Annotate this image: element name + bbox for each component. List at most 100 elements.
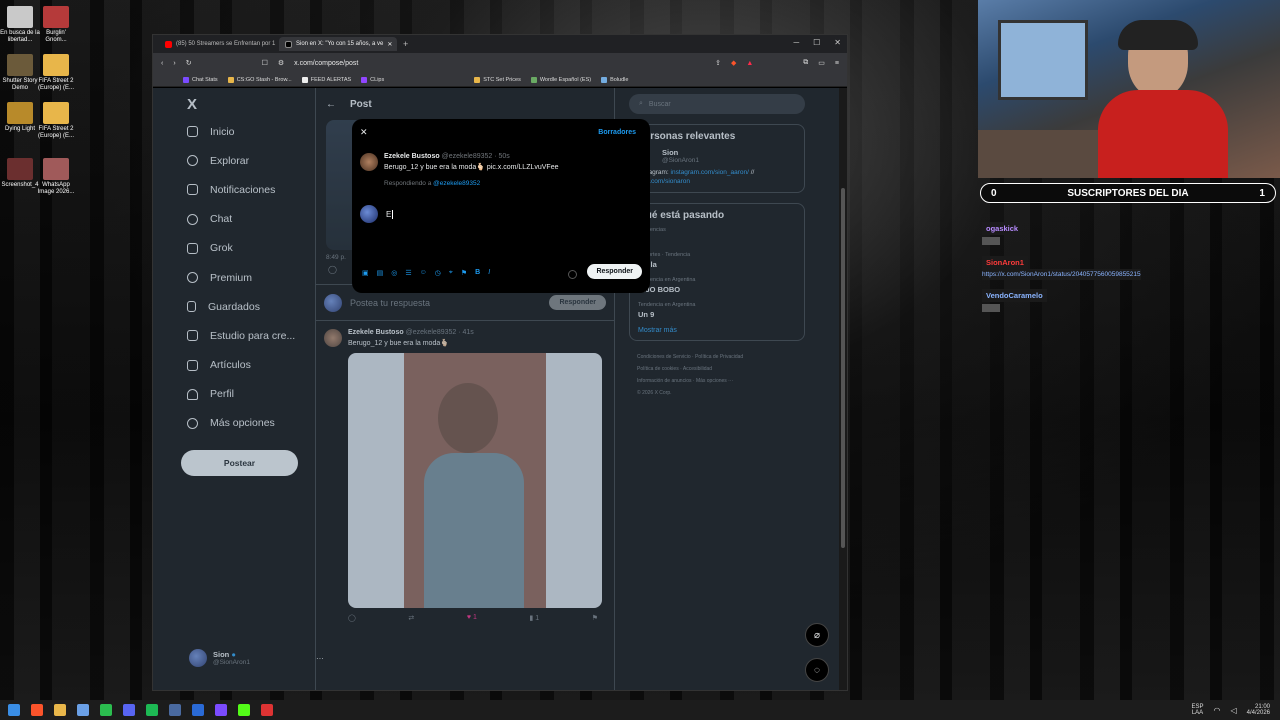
- webcam-shirt: [1098, 90, 1228, 178]
- bookmark-item[interactable]: Wordle Español (ES): [530, 76, 592, 83]
- chrome-icon[interactable]: [100, 704, 112, 716]
- bookmark-icon[interactable]: ☐: [262, 59, 268, 67]
- app-icon[interactable]: [215, 704, 227, 716]
- schedule-icon[interactable]: ◷: [435, 269, 441, 277]
- tab-x-post[interactable]: Sion en X: "Yo con 15 años, a ve ✕: [279, 37, 397, 51]
- brave-rewards-icon[interactable]: ▲: [746, 60, 753, 67]
- bookmark-item[interactable]: CS:GO Stash - Brow...: [227, 76, 292, 83]
- webcam-headset: [1118, 20, 1198, 50]
- scrollbar[interactable]: [839, 88, 847, 690]
- subs-count-right: 1: [1259, 187, 1265, 199]
- chat-text[interactable]: https://x.com/SionAron1/status/204057756…: [982, 269, 1141, 280]
- brave-shield-icon[interactable]: ◆: [731, 59, 736, 67]
- desktop-icon-label: Screenshot_4: [1, 182, 39, 188]
- bold-icon[interactable]: B: [475, 269, 480, 277]
- messages-fab-icon[interactable]: ◌: [805, 658, 829, 682]
- replying-handle[interactable]: @ezekele89352: [433, 180, 480, 187]
- grok-fab-icon[interactable]: ⌀: [805, 623, 829, 647]
- app-icon[interactable]: [169, 704, 181, 716]
- desktop-icon[interactable]: En busca de la libertad...: [0, 6, 40, 44]
- maximize-icon[interactable]: ☐: [813, 38, 820, 47]
- reload-icon[interactable]: ↻: [186, 59, 192, 67]
- flag-icon[interactable]: ⚑: [461, 269, 467, 277]
- sidebar-icon[interactable]: ▭: [818, 59, 825, 67]
- quoted-handle: @ezekele89352 · 50s: [441, 153, 510, 160]
- discord-icon[interactable]: [123, 704, 135, 716]
- language-indicator[interactable]: ESP LAA: [1191, 704, 1203, 716]
- bookmark-item[interactable]: Chat Stats: [183, 76, 218, 83]
- back-icon[interactable]: ‹: [161, 60, 163, 67]
- wifi-icon[interactable]: ◠: [1214, 706, 1221, 715]
- bookmark-label: STC Set Prices: [483, 76, 521, 83]
- desktop-icon-label: FIFA Street 2 (Europe) (E...: [37, 78, 74, 91]
- forward-icon[interactable]: ›: [173, 60, 175, 67]
- volume-icon[interactable]: ◁: [1230, 706, 1236, 715]
- bookmark-label: CS:GO Stash - Brow...: [236, 76, 292, 83]
- bookmark-item[interactable]: CLips: [361, 76, 385, 83]
- bookmark-item[interactable]: STC Set Prices: [474, 76, 521, 83]
- desktop-icon[interactable]: Dying Light: [0, 102, 40, 133]
- desktop-icon[interactable]: Screenshot_4: [0, 158, 40, 189]
- desktop-icon-label: FIFA Street 2 (Europe) (E...: [37, 126, 74, 139]
- bookmark-label: Wordle Español (ES): [539, 76, 592, 83]
- webcam-monitor: [998, 20, 1088, 100]
- chat-message: SionAron1 https://x.com/SionAron1/status…: [982, 256, 1141, 280]
- url-field[interactable]: x.com/compose/post: [294, 60, 705, 67]
- desktop-icon-label: WhatsApp Image 2026...: [37, 182, 75, 195]
- brave-icon[interactable]: [31, 704, 43, 716]
- grok-icon[interactable]: ◎: [391, 269, 397, 277]
- quoted-text: Berugo_12 y bue era la moda🫰🏻: [384, 164, 485, 171]
- youtube-icon: [165, 40, 172, 48]
- avatar: [360, 205, 378, 223]
- desktop-icon[interactable]: WhatsApp Image 2026...: [36, 158, 76, 196]
- bookmark-item[interactable]: Boludle: [601, 76, 629, 83]
- bookmark-label: FEED ALERTAS: [310, 76, 352, 83]
- bookmark-item[interactable]: FEED ALERTAS: [301, 76, 352, 83]
- media-icon[interactable]: ▣: [362, 269, 369, 277]
- desktop-icon[interactable]: Burglin' Gnom...: [36, 6, 76, 44]
- close-window-icon[interactable]: ✕: [834, 38, 841, 47]
- start-icon[interactable]: [8, 704, 20, 716]
- replying-label: Respondiendo a: [384, 180, 432, 187]
- clock[interactable]: 21:00 4/4/2026: [1247, 704, 1270, 716]
- spotify-icon[interactable]: [146, 704, 158, 716]
- tab-youtube[interactable]: (85) 50 Streamers se Enfrentan por 1: [159, 37, 277, 51]
- bookmark-label: Boludle: [610, 76, 629, 83]
- desktop-icon[interactable]: FIFA Street 2 (Europe) (E...: [36, 102, 76, 140]
- gif-icon[interactable]: ▤: [377, 269, 384, 277]
- desktop-icon[interactable]: Shutter Story Demo: [0, 54, 40, 92]
- desktop-icon[interactable]: FIFA Street 2 (Europe) (E...: [36, 54, 76, 92]
- composer-toolbar: ▣ ▤ ◎ ☰ ☺ ◷ ⌖ ⚑ B I: [362, 269, 490, 277]
- bookmark-label: CLips: [370, 76, 385, 83]
- tab-bar: (85) 50 Streamers se Enfrentan por 1 Sio…: [153, 35, 847, 53]
- close-tab-icon[interactable]: ✕: [387, 41, 392, 48]
- app-icon[interactable]: [261, 704, 273, 716]
- chat-message: VendoCaramelo: [982, 289, 1047, 312]
- desktop-icon-label: Shutter Story Demo: [2, 78, 38, 91]
- app-icon[interactable]: [77, 704, 89, 716]
- chat-username: SionAron1: [982, 256, 1028, 269]
- share-icon[interactable]: ⇪: [715, 59, 721, 67]
- scrollbar-thumb[interactable]: [841, 188, 845, 548]
- extensions-icon[interactable]: ⧉: [803, 59, 808, 67]
- new-tab-button[interactable]: +: [403, 39, 408, 49]
- webcam-overlay: [978, 0, 1280, 178]
- close-icon[interactable]: ✕: [360, 127, 368, 138]
- reply-textarea[interactable]: E: [386, 209, 394, 219]
- poll-icon[interactable]: ☰: [405, 269, 411, 277]
- char-counter-icon: [568, 270, 577, 279]
- site-info-icon[interactable]: ⚙: [278, 59, 284, 67]
- explorer-icon[interactable]: [54, 704, 66, 716]
- kick-icon[interactable]: [238, 704, 250, 716]
- app-icon[interactable]: [192, 704, 204, 716]
- drafts-button[interactable]: Borradores: [598, 129, 636, 136]
- browser-window: (85) 50 Streamers se Enfrentan por 1 Sio…: [152, 34, 848, 691]
- italic-icon[interactable]: I: [488, 269, 490, 277]
- quoted-link[interactable]: pic.x.com/LLZLvuVFee: [487, 164, 559, 171]
- emoji-icon[interactable]: ☺: [420, 269, 427, 277]
- desktop-icon-label: Dying Light: [4, 126, 36, 132]
- menu-icon[interactable]: ≡: [835, 60, 839, 67]
- modal-reply-button[interactable]: Responder: [587, 264, 642, 279]
- location-icon[interactable]: ⌖: [449, 269, 453, 277]
- minimize-icon[interactable]: ─: [793, 38, 799, 47]
